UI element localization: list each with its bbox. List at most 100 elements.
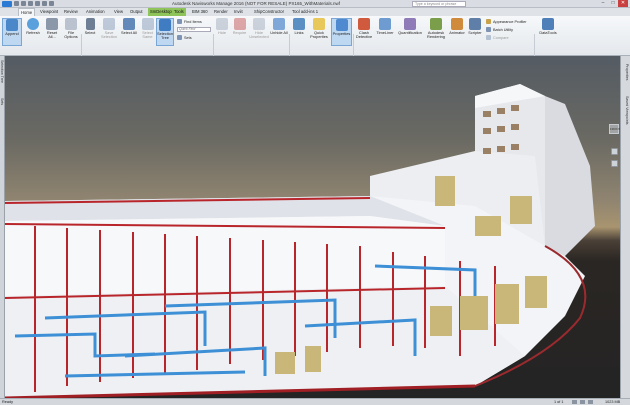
refresh-icon — [27, 18, 39, 30]
redo-icon[interactable] — [49, 1, 54, 6]
quick-find-input[interactable]: Quick Find — [177, 27, 211, 32]
scripter-button[interactable]: Scripter — [466, 18, 484, 46]
properties-panel-tab[interactable]: Properties — [625, 64, 629, 80]
autodesk-rendering-icon — [430, 18, 442, 30]
quantification-button[interactable]: Quantification — [396, 18, 424, 46]
unhide-all-icon — [273, 18, 285, 30]
saved-viewpoints-panel-tab[interactable]: Saved Viewpoints — [625, 96, 629, 125]
new-file-icon[interactable] — [14, 1, 19, 6]
tab-render[interactable]: Render — [212, 8, 230, 16]
appearance-profiler-button[interactable]: Appearance Profiler — [486, 19, 527, 24]
pencil-icon[interactable] — [572, 400, 577, 404]
select-all-button[interactable]: Select All — [120, 18, 138, 46]
hide-unselected-button[interactable]: Hide Unselected — [249, 18, 269, 46]
tab-output[interactable]: Output — [128, 8, 145, 16]
reset-all-button[interactable]: Reset All... — [43, 18, 61, 46]
animator-button[interactable]: Animator — [448, 18, 466, 46]
tab-smdesktop[interactable]: SmDesktop — [148, 8, 174, 16]
maximize-icon[interactable]: □ — [608, 0, 618, 7]
sets-panel-tab[interactable]: Sets — [0, 98, 4, 105]
links-icon — [293, 18, 305, 30]
save-selection-icon — [103, 18, 115, 30]
save-selection-button[interactable]: Save Selection — [99, 18, 119, 46]
minimize-icon[interactable]: – — [598, 0, 608, 7]
sets-icon — [177, 35, 182, 40]
status-icons — [572, 400, 593, 404]
find-items-icon — [177, 19, 182, 24]
memory-icon[interactable] — [588, 400, 593, 404]
properties-button[interactable]: Properties — [331, 18, 352, 46]
window-title: Autodesk Navisworks Manage 2016 (NOT FOR… — [172, 1, 340, 6]
open-file-icon[interactable] — [21, 1, 26, 6]
timeliner-button[interactable]: TimeLiner — [375, 18, 395, 46]
datatools-icon — [542, 18, 554, 30]
select-same-icon — [141, 18, 154, 30]
properties-icon — [335, 19, 348, 31]
progress-icon[interactable] — [580, 400, 585, 404]
undo-icon[interactable] — [42, 1, 47, 6]
print-icon[interactable] — [35, 1, 40, 6]
quick-properties-button[interactable]: Quick Properties — [308, 18, 330, 46]
clash-detective-button[interactable]: Clash Detective — [354, 18, 374, 46]
selection-tree-panel-tab[interactable]: Selection Tree — [0, 60, 4, 83]
autodesk-rendering-button[interactable]: Autodesk Rendering — [425, 18, 447, 46]
reset-all-icon — [46, 18, 58, 30]
zoom-icon[interactable] — [611, 160, 618, 167]
3d-viewport[interactable]: FRONT — [5, 56, 620, 398]
compare-icon — [486, 35, 491, 40]
hide-button[interactable]: Hide — [214, 18, 230, 46]
append-button[interactable]: Append — [2, 18, 22, 46]
application-menu-icon[interactable] — [2, 1, 12, 7]
sets-dropdown[interactable]: Sets — [177, 35, 192, 40]
selection-tree-button[interactable]: Selection Tree — [156, 18, 174, 46]
ribbon-tab-row: Home Viewpoint Review Animation View Out… — [0, 8, 630, 16]
find-items-button[interactable]: Find Items — [177, 19, 202, 24]
ship-model-render — [5, 84, 595, 398]
file-options-button[interactable]: File Options — [62, 18, 80, 46]
require-icon — [233, 18, 246, 30]
tab-shipconstructor[interactable]: ShipConstructor — [252, 8, 286, 16]
tab-tool-add-ins[interactable]: Tool add-ins 1 — [290, 8, 320, 16]
compare-button[interactable]: Compare — [486, 35, 509, 40]
batch-utility-icon — [486, 27, 491, 32]
require-button[interactable]: Require — [231, 18, 248, 46]
hide-unselected-icon — [253, 18, 265, 30]
right-dock-strip: Properties Saved Viewpoints — [620, 56, 630, 398]
unhide-all-button[interactable]: Unhide All — [270, 18, 288, 46]
append-icon — [6, 19, 18, 31]
tab-inviit[interactable]: Inviit — [232, 8, 245, 16]
datatools-button[interactable]: DataTools — [537, 18, 559, 46]
scripter-icon — [469, 18, 481, 30]
select-button[interactable]: Select — [82, 18, 98, 46]
select-same-button[interactable]: Select Same — [139, 18, 156, 46]
save-icon[interactable] — [28, 1, 33, 6]
tab-viewpoint[interactable]: Viewpoint — [38, 8, 60, 16]
close-icon[interactable]: ✕ — [618, 0, 628, 7]
tab-home[interactable]: Home — [18, 8, 36, 16]
hide-icon — [216, 18, 228, 30]
tab-view[interactable]: View — [112, 8, 125, 16]
links-button[interactable]: Links — [291, 18, 307, 46]
quick-properties-icon — [313, 18, 325, 30]
select-cursor-icon — [85, 18, 95, 30]
tab-review[interactable]: Review — [62, 8, 80, 16]
refresh-button[interactable]: Refresh — [24, 18, 42, 46]
memory-usage: 1023 MB — [605, 400, 621, 404]
bow-shell — [545, 96, 595, 256]
ribbon-panel: Append Refresh Reset All... File Options… — [0, 16, 630, 68]
viewcube[interactable]: FRONT — [609, 124, 620, 134]
page-indicator: 1 of 1 — [554, 400, 564, 404]
steering-wheel-icon[interactable] — [611, 148, 618, 155]
tab-bim-360[interactable]: BIM 360 — [190, 8, 210, 16]
quick-access-toolbar — [14, 1, 54, 6]
timeliner-icon — [379, 18, 391, 30]
selection-tree-icon — [159, 19, 171, 31]
tab-animation[interactable]: Animation — [84, 8, 107, 16]
window-controls: – □ ✕ — [598, 0, 628, 7]
status-text: Ready — [2, 400, 13, 404]
tab-tools[interactable]: Tools — [172, 8, 186, 16]
help-search-input[interactable]: Type a keyword or phrase — [412, 1, 466, 7]
clash-detective-icon — [358, 18, 370, 30]
batch-utility-button[interactable]: Batch Utility — [486, 27, 513, 32]
title-bar: Autodesk Navisworks Manage 2016 (NOT FOR… — [0, 0, 630, 8]
